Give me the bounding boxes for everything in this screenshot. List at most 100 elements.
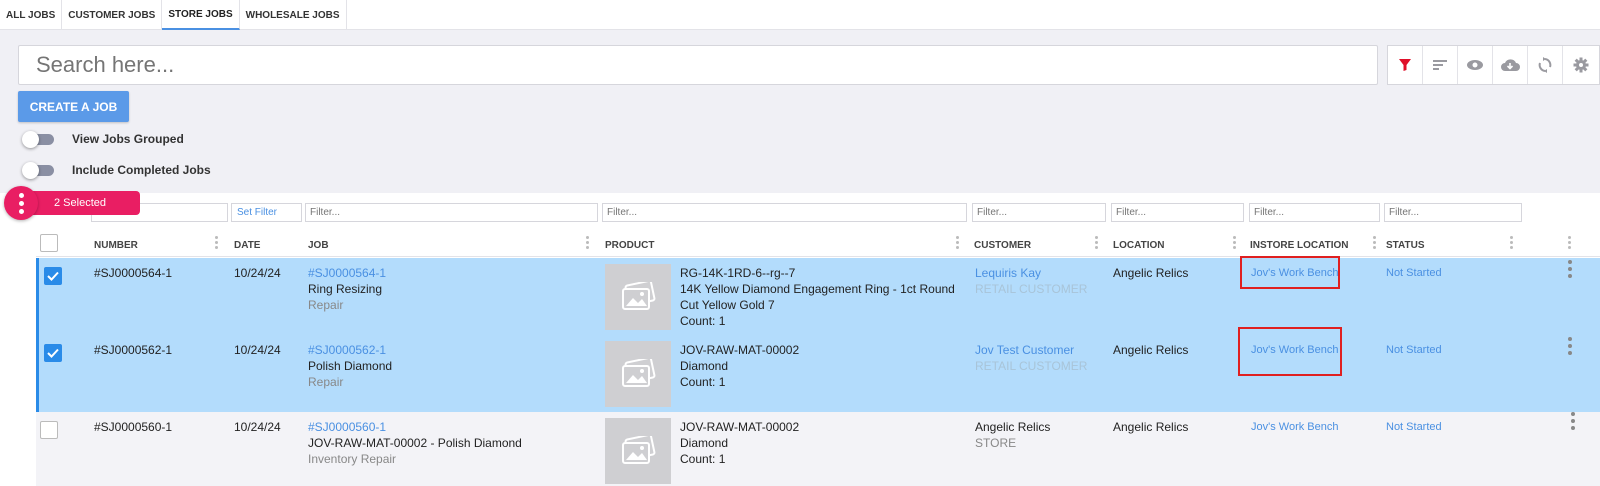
status-link[interactable]: Not Started [1386,342,1442,358]
customer-name: Angelic Relics [975,420,1051,434]
gear-icon[interactable] [1563,46,1598,84]
product-description: Diamond [680,359,729,373]
table-row[interactable]: #SJ0000562-1 10/24/24 #SJ0000562-1 Polis… [36,335,1600,412]
col-header-number[interactable]: NUMBER [94,240,138,251]
col-header-date[interactable]: DATE [234,240,260,251]
tab-customer-jobs[interactable]: CUSTOMER JOBS [62,0,163,30]
sort-icon[interactable] [1423,46,1458,84]
filter-instore-location[interactable] [1249,203,1380,222]
job-name: JOV-RAW-MAT-00002 - Polish Diamond [308,436,522,450]
customer-type: RETAIL CUSTOMER [975,282,1088,296]
col-menu-customer-icon[interactable] [1095,236,1098,249]
job-name: Polish Diamond [308,359,393,373]
product-thumbnail[interactable] [605,341,671,407]
job-date: 10/24/24 [234,343,281,357]
job-link[interactable]: #SJ0000562-1 [308,342,386,358]
filter-customer[interactable] [972,203,1106,222]
row-checkbox[interactable] [40,421,58,439]
filter-status[interactable] [1384,203,1522,222]
customer-link[interactable]: Jov Test Customer [975,342,1074,358]
table-row[interactable]: #SJ0000564-1 10/24/24 #SJ0000564-1 Ring … [36,258,1600,335]
col-menu-job-icon[interactable] [586,236,589,249]
header-divider [36,256,1600,257]
job-tabs: ALL JOBS CUSTOMER JOBS STORE JOBS WHOLES… [0,0,1600,30]
job-number: #SJ0000562-1 [94,343,173,357]
completed-toggle-row: Include Completed Jobs [22,162,211,179]
job-link[interactable]: #SJ0000564-1 [308,265,386,281]
tab-store-jobs[interactable]: STORE JOBS [162,0,240,30]
tab-all-jobs[interactable]: ALL JOBS [0,0,63,30]
grouped-toggle[interactable] [22,131,54,148]
job-date: 10/24/24 [234,420,281,434]
status-link[interactable]: Not Started [1386,265,1442,281]
set-filter-date[interactable]: Set Filter [231,203,302,222]
instore-location-link[interactable]: Jov's Work Bench [1251,419,1338,435]
table-row[interactable]: #SJ0000560-1 10/24/24 #SJ0000560-1 JOV-R… [36,412,1600,486]
customer-type: RETAIL CUSTOMER [975,359,1088,373]
grouped-toggle-row: View Jobs Grouped [22,131,184,148]
product-count: Count: 1 [680,375,726,389]
status-link[interactable]: Not Started [1386,419,1442,435]
search-input[interactable] [18,45,1378,85]
col-header-customer[interactable]: CUSTOMER [974,240,1031,251]
product-count: Count: 1 [680,314,726,328]
job-link[interactable]: #SJ0000560-1 [308,419,386,435]
product-sku: RG-14K-1RD-6--rg--7 [680,266,796,280]
product-thumbnail[interactable] [605,264,671,330]
customer-link[interactable]: Lequiris Kay [975,265,1041,281]
filter-job[interactable] [305,203,598,222]
col-header-location[interactable]: LOCATION [1113,240,1164,251]
row-menu-icon[interactable] [1571,412,1575,430]
highlight-box [1240,256,1340,289]
job-date: 10/24/24 [234,266,281,280]
job-type: Inventory Repair [308,452,397,466]
row-menu-icon[interactable] [1568,260,1572,278]
job-type: Repair [308,298,344,312]
toolbar [1387,45,1600,85]
job-number: #SJ0000564-1 [94,266,173,280]
row-menu-icon[interactable] [1568,337,1572,355]
row-checkbox[interactable] [44,344,62,362]
product-sku: JOV-RAW-MAT-00002 [680,420,800,434]
filter-product[interactable] [602,203,967,222]
col-header-job[interactable]: JOB [308,240,329,251]
customer-type: STORE [975,436,1017,450]
job-type: Repair [308,375,344,389]
selection-badge: 2 Selected [4,186,140,220]
col-header-product[interactable]: PRODUCT [605,240,654,251]
completed-toggle-label: Include Completed Jobs [72,163,211,177]
filter-icon[interactable] [1388,46,1423,84]
selection-menu-icon[interactable] [4,186,38,220]
col-menu-status-icon[interactable] [1510,236,1513,249]
create-job-button[interactable]: CREATE A JOB [18,91,129,122]
location: Angelic Relics [1113,343,1189,357]
completed-toggle[interactable] [22,162,54,179]
product-count: Count: 1 [680,452,726,466]
col-menu-product-icon[interactable] [956,236,959,249]
job-name: Ring Resizing [308,282,383,296]
eye-icon[interactable] [1458,46,1493,84]
row-checkbox[interactable] [44,267,62,285]
product-sku: JOV-RAW-MAT-00002 [680,343,800,357]
refresh-icon[interactable] [1528,46,1563,84]
highlight-box [1238,327,1342,376]
filter-location[interactable] [1111,203,1244,222]
col-menu-instore-icon[interactable] [1373,236,1376,249]
col-header-instore-location[interactable]: INSTORE LOCATION [1250,240,1349,251]
location: Angelic Relics [1113,420,1189,434]
product-description-cont: Cut Yellow Gold 7 [680,298,775,312]
job-number: #SJ0000560-1 [94,420,173,434]
select-all-checkbox[interactable] [40,234,58,252]
cloud-download-icon[interactable] [1493,46,1528,84]
location: Angelic Relics [1113,266,1189,280]
col-header-status[interactable]: STATUS [1386,240,1425,251]
product-description: 14K Yellow Diamond Engagement Ring - 1ct… [680,282,955,296]
selection-count: 2 Selected [28,191,140,215]
product-description: Diamond [680,436,729,450]
product-thumbnail[interactable] [605,418,671,484]
col-menu-location-icon[interactable] [1233,236,1236,249]
col-menu-number-icon[interactable] [215,236,218,249]
tab-wholesale-jobs[interactable]: WHOLESALE JOBS [240,0,347,30]
grouped-toggle-label: View Jobs Grouped [72,132,184,146]
col-menu-actions-icon[interactable] [1568,236,1571,249]
